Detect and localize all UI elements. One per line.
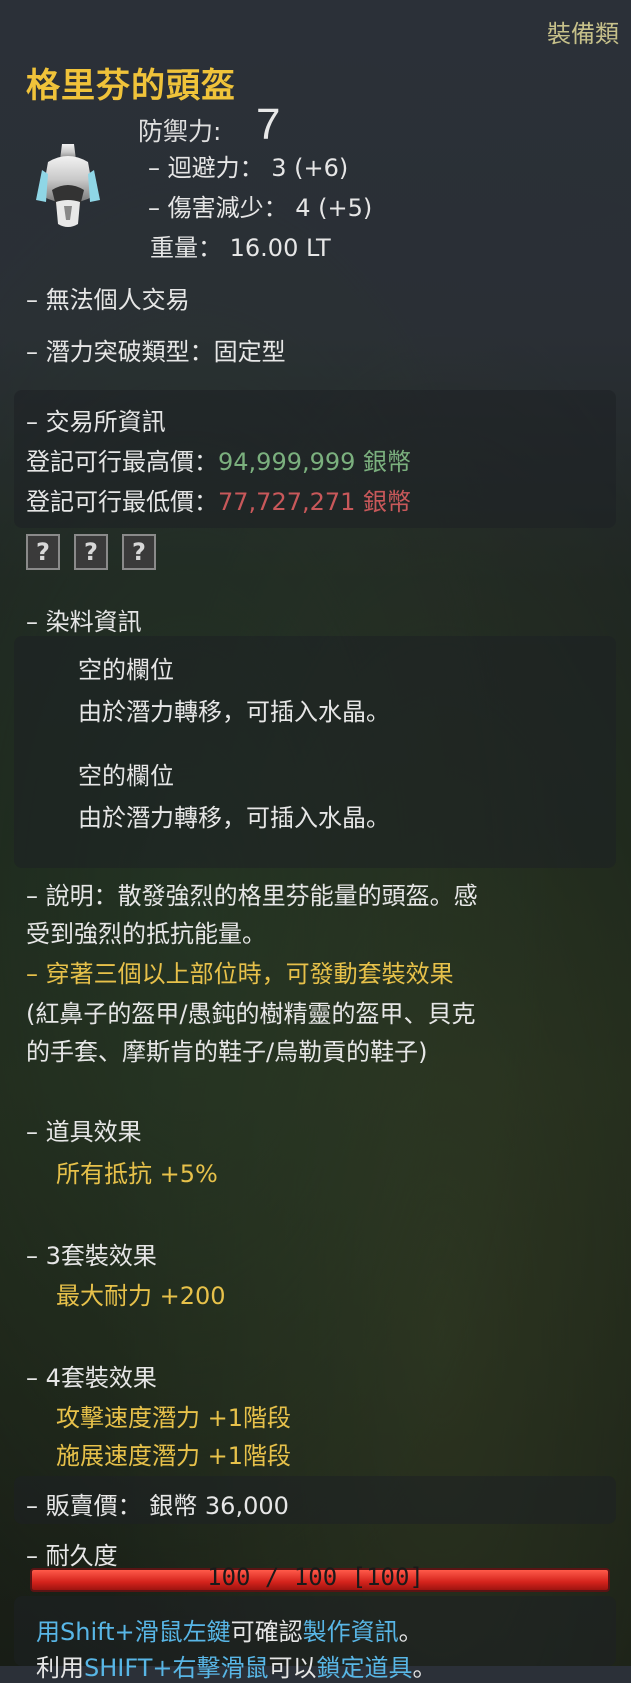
min-price-row: 登記可行最低價：77,727,271 銀幣 xyxy=(26,482,411,517)
dye-slot-2-title: 空的欄位 xyxy=(78,762,174,790)
hint-1-target: 製作資訊 xyxy=(302,1618,399,1646)
description-line-1: – 說明：散發強烈的格里芬能量的頭盔。感 xyxy=(26,882,478,910)
dye-slot-1-desc: 由於潛力轉移，可插入水晶。 xyxy=(78,698,390,726)
description-line-2: 受到強烈的抵抗能量。 xyxy=(26,920,266,948)
sell-price-label: – 販賣價： xyxy=(26,1492,142,1520)
socket-slot-1[interactable]: ? xyxy=(26,534,60,570)
item-category: 裝備類 xyxy=(547,20,619,48)
durability-text: 100 / 100 [100] xyxy=(207,1563,424,1591)
set3-effect-1: 最大耐力 +200 xyxy=(56,1282,226,1310)
hint-2-target: 鎖定道具 xyxy=(316,1654,413,1682)
min-price-label: 登記可行最低價： xyxy=(26,488,218,516)
max-price-row: 登記可行最高價：94,999,999 銀幣 xyxy=(26,442,411,477)
socket-slot-2[interactable]: ? xyxy=(74,534,108,570)
hint-1-key: 用Shift+滑鼠左鍵 xyxy=(36,1618,231,1646)
weight-stat: 重量： 16.00 LT xyxy=(150,234,331,262)
set-condition: – 穿著三個以上部位時，可發動套裝效果 xyxy=(26,960,454,988)
dye-slot-2-desc: 由於潛力轉移，可插入水晶。 xyxy=(78,804,390,832)
evasion-stat: – 迴避力： 3 (+6) xyxy=(148,154,349,182)
max-price-value: 94,999,999 銀幣 xyxy=(218,448,412,476)
item-effect-header: – 道具效果 xyxy=(26,1118,142,1146)
defense-label: 防禦力: xyxy=(138,117,222,146)
hint-2-start: 利用 xyxy=(36,1654,84,1682)
dye-header: – 染料資訊 xyxy=(26,608,142,636)
no-trade-note: – 無法個人交易 xyxy=(26,286,190,314)
hint-1-end: 。 xyxy=(398,1618,423,1646)
damage-reduction-stat: – 傷害減少： 4 (+5) xyxy=(148,194,373,222)
item-effect-1: 所有抵抗 +5% xyxy=(56,1160,218,1188)
hint-line-1: 用Shift+滑鼠左鍵可確認製作資訊。 xyxy=(36,1612,423,1647)
set4-effect-1: 攻擊速度潛力 +1階段 xyxy=(56,1404,292,1432)
set-parts-line-1: (紅鼻子的盔甲/愚鈍的樹精靈的盔甲、貝克 xyxy=(26,1000,476,1028)
helmet-icon[interactable] xyxy=(34,140,102,232)
sell-price-value: 銀幣 36,000 xyxy=(149,1492,289,1520)
market-header: – 交易所資訊 xyxy=(26,408,166,436)
item-title: 格里芬的頭盔 xyxy=(26,66,236,106)
set4-effect-header: – 4套裝效果 xyxy=(26,1364,157,1392)
enhance-type: – 潛力突破類型：固定型 xyxy=(26,338,286,366)
set4-effect-2: 施展速度潛力 +1階段 xyxy=(56,1442,292,1470)
min-price-value: 77,727,271 銀幣 xyxy=(218,488,412,516)
hint-2-key: SHIFT+右擊滑鼠 xyxy=(84,1654,269,1682)
hint-1-mid: 可確認 xyxy=(230,1618,303,1646)
hint-2-mid: 可以 xyxy=(268,1654,317,1682)
socket-slot-3[interactable]: ? xyxy=(122,534,156,570)
set-parts-line-2: 的手套、摩斯肯的鞋子/烏勒貢的鞋子) xyxy=(26,1038,428,1066)
hint-2-end: 。 xyxy=(412,1654,437,1682)
max-price-label: 登記可行最高價： xyxy=(26,448,218,476)
defense-value: 7 xyxy=(256,100,281,149)
dye-slot-1-title: 空的欄位 xyxy=(78,656,174,684)
set3-effect-header: – 3套裝效果 xyxy=(26,1242,157,1270)
sell-price-row: – 販賣價： 銀幣 36,000 xyxy=(26,1486,289,1521)
